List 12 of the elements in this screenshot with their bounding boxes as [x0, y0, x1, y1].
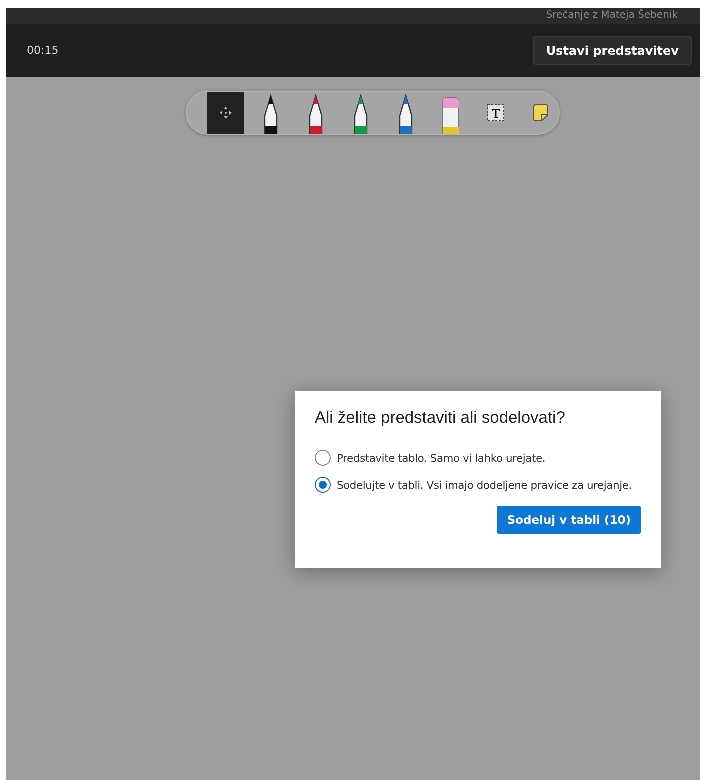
option-label: Sodelujte v tabli. Vsi imajo dodeljene pravice za urejanje. — [337, 478, 632, 492]
collaborate-button[interactable]: Sodeluj v tabli (10) — [497, 506, 641, 534]
move-icon — [218, 106, 232, 120]
dialog-title: Ali želite predstaviti ali sodelovati? — [315, 409, 566, 428]
sticky-note-icon — [532, 104, 550, 122]
option-label: Predstavite tablo. Samo vi lahko urejate. — [337, 452, 546, 464]
text-box-icon — [486, 104, 504, 122]
meeting-title: Srečanje z Mateja Šebenik — [546, 8, 678, 23]
radio-button[interactable] — [315, 477, 331, 493]
stop-presenting-button[interactable]: Ustavi predstavitev — [533, 36, 692, 65]
radio-button[interactable] — [315, 450, 331, 466]
timer: 00:15 — [27, 44, 59, 57]
